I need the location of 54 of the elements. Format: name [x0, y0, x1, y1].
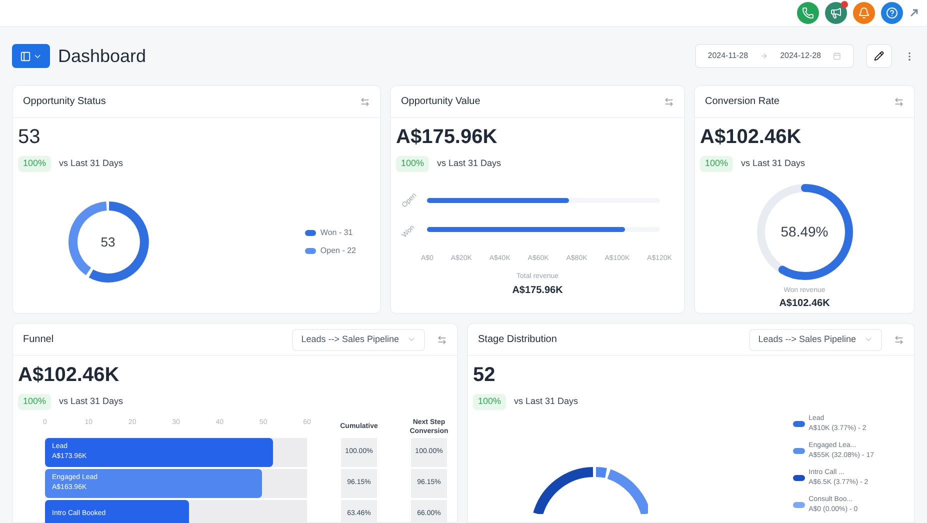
bell-icon	[858, 7, 870, 19]
panel-icon	[20, 50, 31, 62]
arrow-right-icon	[760, 52, 768, 60]
legend-label: Open - 22	[320, 245, 356, 258]
calendar-icon	[833, 52, 841, 60]
help-button[interactable]	[881, 2, 903, 24]
change-badge: 100%	[18, 394, 52, 410]
card-title: Opportunity Value	[401, 95, 480, 109]
metric-value: 53	[18, 125, 42, 150]
swap-icon[interactable]	[664, 96, 674, 106]
megaphone-icon	[830, 7, 842, 19]
chevron-down-icon	[864, 335, 873, 344]
swap-icon[interactable]	[894, 96, 904, 106]
change-badge: 100%	[396, 156, 430, 172]
change-badge: 100%	[18, 156, 52, 172]
layout-toggle-button[interactable]	[12, 44, 50, 68]
card-title: Funnel	[23, 333, 54, 347]
chevron-down-icon	[407, 335, 416, 344]
end-date: 2024-12-28	[780, 50, 821, 62]
help-icon	[886, 7, 898, 19]
swap-icon[interactable]	[437, 334, 447, 344]
compare-text: vs Last 31 Days	[437, 157, 502, 170]
footer-value: A$175.96K	[512, 284, 563, 298]
phone-icon	[802, 7, 814, 19]
date-range-field[interactable]: 2024-11-28 2024-12-28	[694, 44, 854, 68]
card-title: Conversion Rate	[705, 95, 780, 109]
edit-button[interactable]	[866, 44, 892, 68]
pipeline-dropdown[interactable]: Leads --> Sales Pipeline	[749, 328, 882, 350]
compare-text: vs Last 31 Days	[59, 157, 124, 170]
compare-text: vs Last 31 Days	[741, 157, 806, 170]
start-date: 2024-11-28	[708, 50, 748, 62]
metric-value: A$175.96K	[396, 125, 498, 150]
page-title: Dashboard	[58, 44, 146, 68]
phone-button[interactable]	[797, 2, 819, 24]
megaphone-button[interactable]	[825, 2, 847, 24]
card-title: Stage Distribution	[478, 333, 557, 347]
compare-text: vs Last 31 Days	[514, 395, 578, 408]
card-title: Opportunity Status	[23, 95, 106, 109]
change-badge: 100%	[700, 156, 734, 172]
pipeline-dropdown[interactable]: Leads --> Sales Pipeline	[292, 328, 425, 350]
swap-icon[interactable]	[894, 334, 904, 344]
donut-center-value: 53	[100, 234, 116, 252]
change-badge: 100%	[473, 394, 506, 410]
metric-value: A$102.46K	[700, 125, 802, 150]
metric-value: A$102.46K	[18, 363, 120, 388]
legend-label: Won - 31	[320, 227, 353, 240]
bell-button[interactable]	[853, 2, 875, 24]
progress-reading: 58.49%	[780, 222, 828, 241]
arrow-icon[interactable]	[909, 8, 919, 18]
metric-value: 52	[473, 363, 496, 388]
pencil-icon	[874, 51, 884, 61]
compare-text: vs Last 31 Days	[59, 395, 124, 408]
swap-icon[interactable]	[360, 96, 370, 106]
footer-value: A$102.46K	[779, 297, 830, 311]
